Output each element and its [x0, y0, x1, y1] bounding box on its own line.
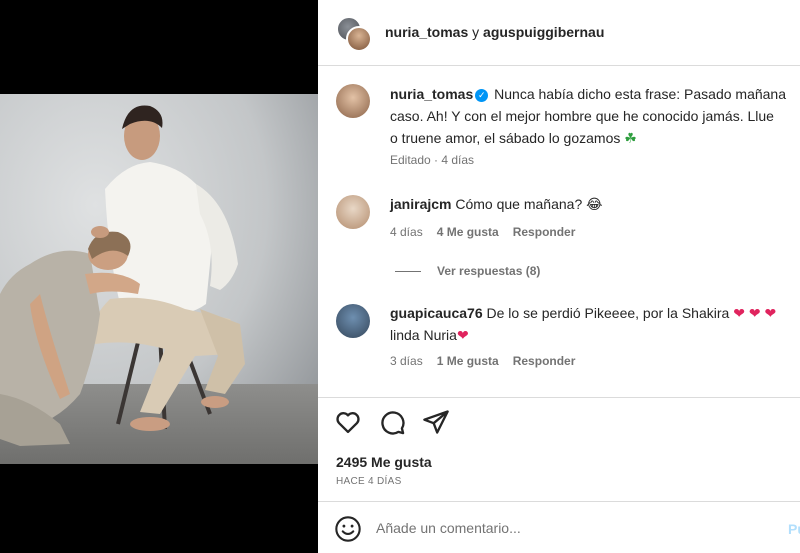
caption-username[interactable]: nuria_tomas	[390, 86, 473, 102]
caption-meta: Editado · 4 días	[390, 153, 475, 167]
avatar[interactable]	[336, 195, 370, 229]
avatar[interactable]	[336, 304, 370, 338]
post-media	[0, 0, 318, 553]
comment-meta: 3 días 1 Me gusta Responder	[390, 354, 589, 368]
reply-button[interactable]: Responder	[513, 354, 576, 368]
coauthor-link[interactable]: aguspuiggibernau	[483, 24, 604, 40]
post-actions: 2495 Me gusta HACE 4 DÍAS	[318, 397, 800, 501]
caption-line: o truene amor, el sábado lo gozamos ☘	[390, 130, 637, 146]
publish-button[interactable]: Pu	[788, 521, 800, 537]
comment-body: linda Nuria	[390, 327, 457, 343]
post-authors: nuria_tomas y aguspuiggibernau	[385, 24, 604, 40]
post-timestamp: HACE 4 DÍAS	[336, 476, 402, 487]
reply-button[interactable]: Responder	[513, 225, 576, 239]
comment-meta: 4 días 4 Me gusta Responder	[390, 225, 589, 239]
caption-text: nuria_tomas ✓ Nunca había dicho esta fras…	[390, 83, 786, 105]
caption-line: caso. Ah! Y con el mejor hombre que he c…	[390, 108, 774, 124]
laughing-emoji: 😂	[586, 196, 603, 212]
comment-body: Cómo que mañana?	[455, 196, 583, 212]
author-link[interactable]: nuria_tomas	[385, 24, 468, 40]
heart-emoji: ❤	[456, 327, 469, 343]
comment-text: janirajcm Cómo que mañana? 😂	[390, 193, 603, 215]
post-header: nuria_tomas y aguspuiggibernau	[318, 0, 800, 66]
share-icon[interactable]	[422, 408, 450, 436]
heart-icon[interactable]	[334, 408, 362, 436]
comment-time: 4 días	[390, 225, 423, 239]
heart-emojis: ❤ ❤ ❤	[733, 305, 777, 321]
likes-count[interactable]: 2495 Me gusta	[336, 454, 432, 470]
avatar[interactable]	[346, 26, 372, 52]
comment-text: guapicauca76 De lo se perdió Pikeeee, po…	[390, 302, 776, 324]
view-replies-label[interactable]: Ver respuestas (8)	[437, 264, 540, 278]
view-replies-button[interactable]: Ver respuestas (8)	[395, 264, 540, 278]
avatar[interactable]	[336, 84, 370, 118]
comment-username[interactable]: guapicauca76	[390, 305, 483, 321]
verified-badge-icon: ✓	[475, 89, 489, 102]
coauthor-avatars[interactable]	[336, 16, 372, 52]
clover-emoji: ☘	[624, 130, 637, 146]
caption-line: Nunca había dicho esta frase: Pasado mañ…	[494, 86, 787, 102]
comment-composer: Pu	[318, 501, 800, 553]
comment-likes[interactable]: 1 Me gusta	[437, 354, 499, 368]
comment-body: De lo se perdió Pikeeee, por la Shakira	[486, 305, 730, 321]
comment-likes[interactable]: 4 Me gusta	[437, 225, 499, 239]
post-photo	[0, 94, 318, 464]
comments-list[interactable]: nuria_tomas ✓ Nunca había dicho esta fras…	[318, 67, 800, 397]
comment-time: 3 días	[390, 354, 423, 368]
comment-input[interactable]	[376, 516, 756, 540]
comment-text: linda Nuria❤	[390, 324, 469, 346]
author-connector: y	[468, 24, 484, 40]
replies-divider	[395, 271, 421, 273]
post-panel: nuria_tomas y aguspuiggibernau nuria_tom…	[318, 0, 800, 553]
smiley-icon[interactable]	[334, 515, 362, 543]
comment-icon[interactable]	[378, 408, 406, 436]
comment-username[interactable]: janirajcm	[390, 196, 451, 212]
